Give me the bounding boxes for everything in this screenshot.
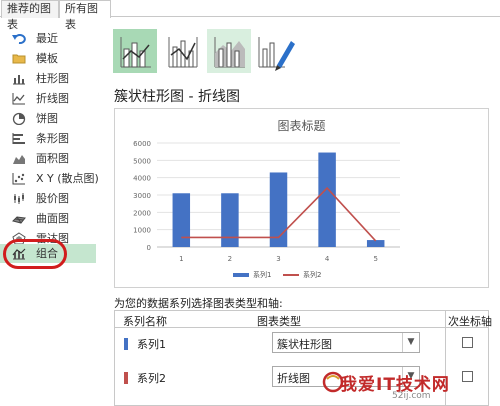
y-tick-label: 3000 (133, 192, 151, 200)
stacked-area-column-icon (214, 37, 245, 68)
series-color-swatch (124, 338, 128, 350)
y-tick-label: 6000 (133, 140, 151, 148)
subtype-custom-combo[interactable] (253, 29, 297, 73)
folder-icon (12, 54, 26, 64)
chart-preview: 图表标题 0 1000 2000 3000 4000 5000 6000 1 2 3 4 5 系列1 系列… (114, 108, 489, 288)
nav-item-scatter[interactable]: X Y (散点图) (4, 169, 99, 188)
nav-item-templates[interactable]: 模板 (4, 49, 96, 68)
secondary-axis-checkbox[interactable] (462, 337, 473, 348)
column-chart-icon (13, 75, 25, 85)
subtype-clustered-column-line[interactable] (113, 29, 157, 73)
series-row: 系列1 簇状柱形图 ▼ (115, 330, 488, 358)
bar-mark (172, 193, 191, 247)
clustered-column-line-icon (120, 37, 151, 68)
x-tick-label: 4 (325, 255, 330, 263)
dialog-tabs: 推荐的图表 所有图表 (0, 0, 500, 31)
nav-item-area[interactable]: 面积图 (4, 149, 96, 168)
bar-chart-icon (12, 133, 25, 144)
nav-label: X Y (散点图) (36, 172, 99, 185)
nav-item-pie[interactable]: 饼图 (4, 109, 96, 128)
chart-plot: 0 1000 2000 3000 4000 5000 6000 1 2 3 4 5 系列1 系列2 (133, 140, 400, 279)
header-chart-type: 图表类型 (257, 315, 301, 328)
nav-label: 模板 (36, 52, 58, 65)
chevron-down-icon[interactable]: ▼ (402, 333, 419, 352)
chart-type-value: 折线图 (277, 372, 310, 385)
legend-swatch-bar (233, 273, 249, 277)
subtype-column-line-secondary[interactable] (161, 29, 205, 73)
nav-label: 饼图 (36, 112, 58, 125)
area-chart-icon (13, 155, 25, 164)
watermark-url: 52ij.com (392, 391, 431, 401)
header-series-name: 系列名称 (123, 315, 167, 328)
series-name: 系列1 (137, 338, 166, 351)
pie-chart-icon (12, 112, 26, 125)
surface-chart-icon (12, 216, 26, 224)
line-chart-icon (12, 93, 25, 105)
nav-label: 股价图 (36, 192, 69, 205)
y-tick-label: 4000 (133, 175, 151, 183)
nav-item-stock[interactable]: 股价图 (4, 189, 96, 208)
bar-mark (269, 172, 288, 247)
y-tick-label: 0 (147, 244, 151, 252)
series-color-swatch (124, 372, 128, 384)
nav-item-bar[interactable]: 条形图 (4, 129, 96, 148)
tab-all-charts[interactable]: 所有图表 (59, 0, 111, 31)
nav-label: 条形图 (36, 132, 69, 145)
column-line-secondary-axis-icon (168, 37, 198, 68)
x-tick-label: 1 (179, 255, 183, 263)
x-tick-label: 2 (228, 255, 232, 263)
stock-chart-icon (14, 193, 24, 204)
undo-arrow-icon (12, 34, 26, 45)
nav-item-column[interactable]: 柱形图 (4, 69, 96, 88)
nav-label: 折线图 (36, 92, 69, 105)
nav-item-line[interactable]: 折线图 (4, 89, 96, 108)
bar-mark (366, 240, 385, 247)
custom-combo-pencil-icon (258, 37, 295, 71)
nav-label: 柱形图 (36, 72, 69, 85)
series-prompt: 为您的数据系列选择图表类型和轴: (114, 297, 283, 310)
nav-label: 最近 (36, 32, 58, 45)
combo-heading: 簇状柱形图 - 折线图 (114, 89, 240, 105)
scatter-chart-icon (12, 173, 25, 185)
nav-item-surface[interactable]: 曲面图 (4, 209, 96, 228)
y-tick-label: 2000 (133, 209, 151, 217)
chart-type-nav: 最近 模板 柱形图 折线图 饼图 条形图 面积图 X Y (散点图) 股价图 曲… (0, 18, 99, 406)
bar-mark (221, 193, 239, 247)
y-tick-label: 5000 (133, 157, 151, 165)
subtype-stacked-area-column[interactable] (207, 29, 251, 73)
chart-type-value: 簇状柱形图 (277, 338, 332, 351)
tab-recommended-charts[interactable]: 推荐的图表 (1, 0, 59, 31)
chart-type-select[interactable]: 簇状柱形图 ▼ (272, 332, 420, 353)
nav-label: 曲面图 (36, 212, 69, 225)
legend-label: 系列2 (303, 270, 321, 279)
nav-item-recent[interactable]: 最近 (4, 29, 96, 48)
x-tick-label: 3 (276, 255, 280, 263)
site-watermark: 我爱IT技术网 52ij.com (322, 362, 500, 406)
header-secondary-axis: 次坐标轴 (448, 315, 492, 328)
x-tick-label: 5 (373, 255, 377, 263)
nav-label: 面积图 (36, 152, 69, 165)
bar-mark (318, 152, 336, 247)
highlight-annotation (3, 239, 67, 269)
grid-header: 系列名称 图表类型 次坐标轴 (115, 311, 492, 328)
y-tick-label: 1000 (133, 227, 151, 235)
series-name: 系列2 (137, 372, 166, 385)
legend-label: 系列1 (253, 270, 271, 279)
